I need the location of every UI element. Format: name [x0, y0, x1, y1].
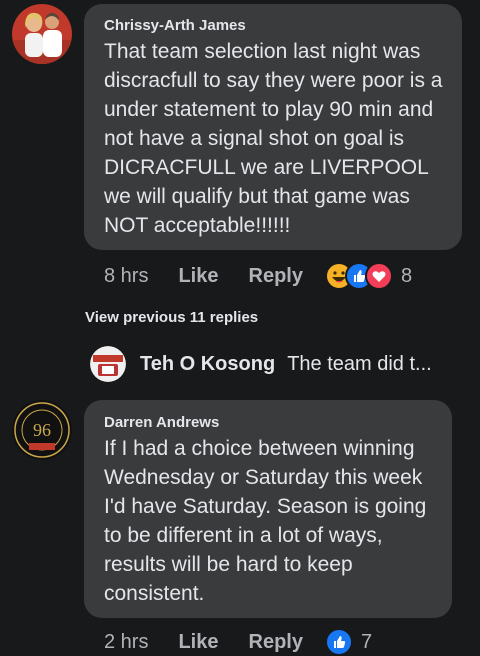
like-button[interactable]: Like — [178, 265, 218, 288]
like-icon — [324, 628, 353, 656]
reply-text: The team did t... — [287, 352, 432, 375]
avatar[interactable]: 96 — [12, 400, 72, 460]
reply-avatar[interactable] — [90, 346, 126, 382]
reaction-count: 8 — [400, 264, 413, 287]
reaction-summary[interactable]: 7 — [324, 628, 373, 656]
comment-actions: 8 hrs Like Reply 8 — [104, 262, 412, 290]
reaction-count: 7 — [360, 630, 373, 653]
comment-text: That team selection last night was discr… — [104, 40, 443, 237]
reply-button[interactable]: Reply — [249, 265, 303, 288]
comment-timestamp[interactable]: 2 hrs — [104, 631, 148, 654]
avatar[interactable] — [12, 4, 72, 64]
never-forgotten-badge-icon: 96 — [12, 400, 72, 460]
reply-preview[interactable]: Teh O Kosong The team did t... — [90, 346, 432, 382]
comment-author[interactable]: Chrissy-Arth James — [104, 17, 444, 34]
comment-bubble: Chrissy-Arth James That team selection l… — [84, 4, 462, 250]
champions-badge-icon — [90, 346, 126, 382]
reaction-summary[interactable]: 8 — [324, 262, 413, 290]
like-button[interactable]: Like — [178, 631, 218, 654]
svg-text:96: 96 — [33, 420, 51, 440]
reply-author[interactable]: Teh O Kosong — [140, 353, 275, 376]
comment-author[interactable]: Darren Andrews — [104, 414, 434, 431]
profile-photo — [12, 4, 72, 64]
comment-timestamp[interactable]: 8 hrs — [104, 265, 148, 288]
view-previous-replies-link[interactable]: View previous 11 replies — [85, 309, 258, 326]
comment-text: If I had a choice between winning Wednes… — [104, 437, 427, 605]
comment-bubble: Darren Andrews If I had a choice between… — [84, 400, 452, 618]
comment-actions: 2 hrs Like Reply 7 — [104, 628, 372, 656]
love-icon — [364, 262, 393, 290]
reply-button[interactable]: Reply — [249, 631, 303, 654]
